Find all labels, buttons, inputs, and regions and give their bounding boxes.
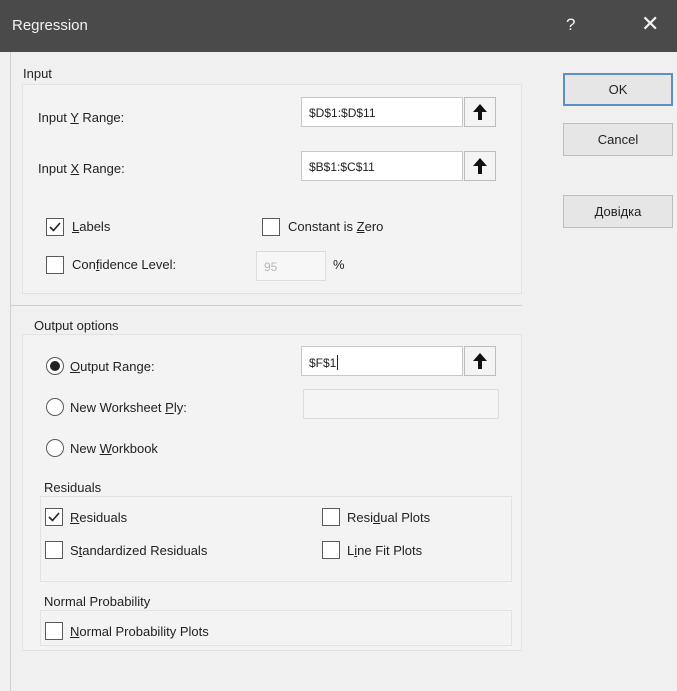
input-y-range-field[interactable]: $D$1:$D$11	[301, 97, 463, 127]
checkmark-icon	[48, 512, 60, 522]
residuals-section-label: Residuals	[44, 480, 102, 495]
input-section-label: Input	[23, 66, 52, 81]
confidence-level-label: Confidence Level:	[72, 257, 177, 272]
output-range-label: Output Range:	[70, 359, 155, 374]
ok-button[interactable]: OK	[563, 73, 673, 106]
residual-plots-label: Residual Plots	[347, 510, 431, 525]
line-fit-plots-checkbox[interactable]	[322, 541, 340, 559]
new-worksheet-ply-label: New Worksheet Ply:	[70, 400, 187, 415]
labels-checkbox-label: Labels	[72, 219, 111, 234]
confidence-level-field[interactable]: 95	[256, 251, 326, 281]
residual-plots-checkbox[interactable]	[322, 508, 340, 526]
help-button[interactable]: Довідка	[563, 195, 673, 228]
help-icon[interactable]: ?	[566, 15, 575, 35]
standardized-residuals-label: Standardized Residuals	[70, 543, 208, 558]
standardized-residuals-checkbox[interactable]	[45, 541, 63, 559]
input-x-range-picker-button[interactable]	[464, 151, 496, 181]
input-y-range-label: Input Y Range:	[38, 110, 125, 125]
normal-probability-plots-label: Normal Probability Plots	[70, 624, 209, 639]
checkmark-icon	[49, 222, 61, 232]
input-x-range-label: Input X Range:	[38, 161, 125, 176]
title-bar: Regression ? ✕	[0, 0, 677, 52]
arrow-up-icon	[473, 158, 487, 174]
residuals-group	[40, 496, 512, 582]
new-workbook-label: New Workbook	[70, 441, 158, 456]
input-x-range-field[interactable]: $B$1:$C$11	[301, 151, 463, 181]
labels-checkbox[interactable]	[46, 218, 64, 236]
confidence-level-checkbox[interactable]	[46, 256, 64, 274]
cancel-button[interactable]: Cancel	[563, 123, 673, 156]
confidence-percent-label: %	[333, 257, 345, 272]
output-range-radio[interactable]	[46, 357, 64, 375]
normal-probability-plots-checkbox[interactable]	[45, 622, 63, 640]
new-worksheet-ply-radio[interactable]	[46, 398, 64, 416]
residuals-checkbox[interactable]	[45, 508, 63, 526]
frame-left-border	[10, 52, 11, 691]
section-divider	[10, 305, 522, 306]
new-workbook-radio[interactable]	[46, 439, 64, 457]
close-icon[interactable]: ✕	[641, 11, 659, 37]
line-fit-plots-label: Line Fit Plots	[347, 543, 423, 558]
new-worksheet-ply-field[interactable]	[303, 389, 499, 419]
arrow-up-icon	[473, 104, 487, 120]
arrow-up-icon	[473, 353, 487, 369]
constant-is-zero-checkbox[interactable]	[262, 218, 280, 236]
output-range-field[interactable]: $F$1	[301, 346, 463, 376]
input-y-range-picker-button[interactable]	[464, 97, 496, 127]
residuals-label: Residuals	[70, 510, 128, 525]
output-range-picker-button[interactable]	[464, 346, 496, 376]
normal-probability-section-label: Normal Probability	[44, 594, 151, 609]
constant-is-zero-label: Constant is Zero	[288, 219, 384, 234]
window-title: Regression	[12, 17, 88, 34]
output-options-section-label: Output options	[34, 318, 119, 333]
